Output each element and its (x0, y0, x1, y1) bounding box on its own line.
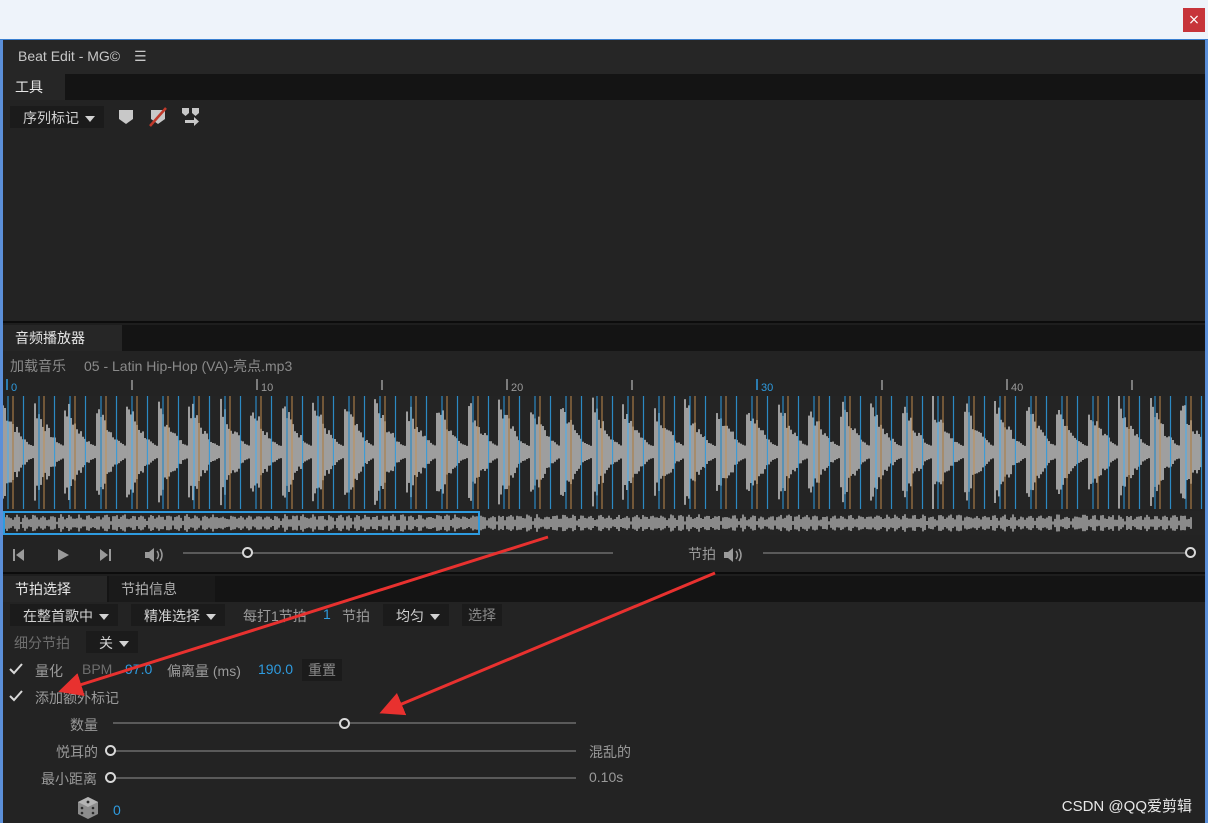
annotation-arrows (58, 535, 716, 716)
watermark-text: CSDN @QQ爱剪辑 (1061, 798, 1192, 815)
annotation-arrow (379, 571, 716, 716)
annotation-arrow (58, 535, 549, 697)
